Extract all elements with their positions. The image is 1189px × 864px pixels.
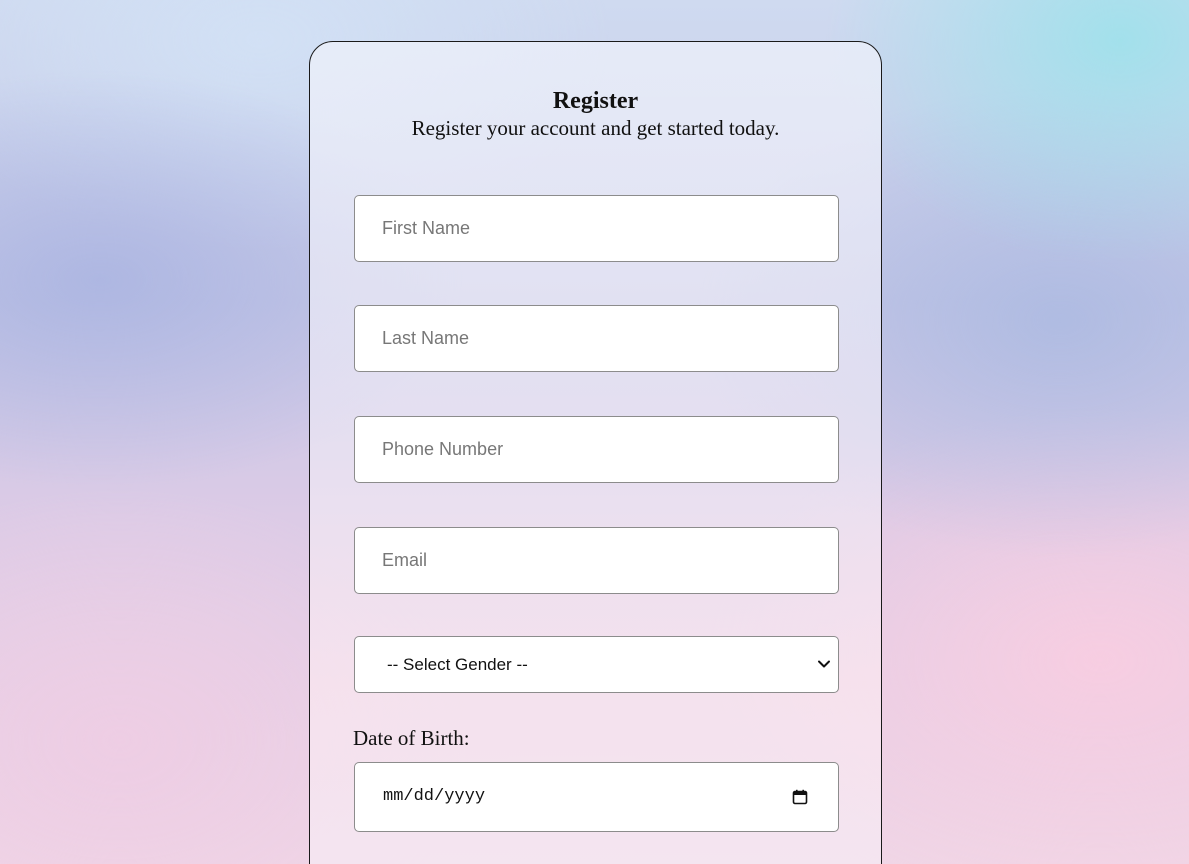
date-of-birth-value: mm/dd/yyyy <box>383 787 486 806</box>
register-card: Register Register your account and get s… <box>309 41 882 864</box>
date-of-birth-label: Date of Birth: <box>353 726 470 750</box>
date-of-birth-input[interactable]: mm/dd/yyyy <box>354 762 839 832</box>
phone-number-input[interactable] <box>354 416 839 483</box>
gender-select-value: -- Select Gender -- <box>387 655 528 674</box>
first-name-input[interactable] <box>354 195 839 262</box>
form-subtitle: Register your account and get started to… <box>411 116 780 140</box>
gender-select[interactable]: -- Select Gender -- <box>354 636 839 693</box>
chevron-down-icon <box>818 660 830 668</box>
email-input[interactable] <box>354 527 839 594</box>
calendar-icon[interactable] <box>792 789 808 805</box>
last-name-input[interactable] <box>354 305 839 372</box>
form-title: Register <box>552 88 639 114</box>
